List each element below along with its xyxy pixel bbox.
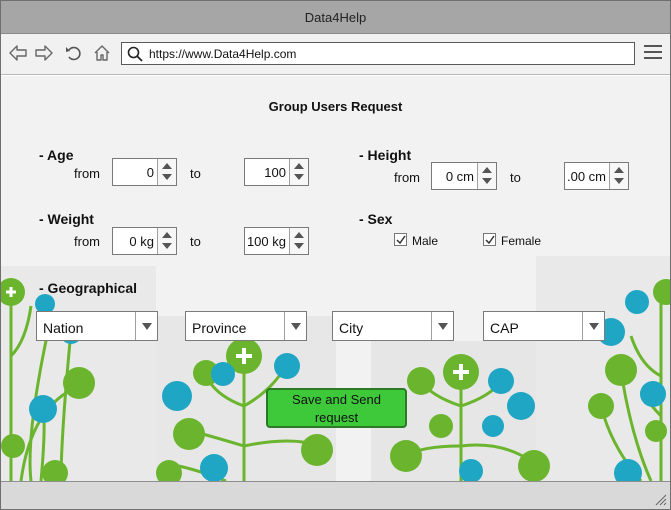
- form-title: Group Users Request: [268, 99, 403, 114]
- weight-to-spinner[interactable]: 100 kg: [244, 227, 309, 255]
- browser-window: Data4Help https://www.Data4Help.com Grou…: [0, 0, 671, 510]
- geographical-label: - Geographical: [39, 280, 138, 296]
- url-text: https://www.Data4Help.com: [149, 47, 297, 61]
- hamburger-menu-icon[interactable]: [644, 45, 662, 61]
- weight-from-spinner[interactable]: 0 kg: [112, 227, 177, 255]
- spinner-arrows-icon[interactable]: [157, 159, 176, 185]
- save-and-send-button[interactable]: Save and Send request: [266, 388, 407, 428]
- address-bar[interactable]: https://www.Data4Help.com: [121, 42, 635, 65]
- weight-to-value: 100 kg: [246, 234, 286, 249]
- home-icon[interactable]: [92, 43, 112, 63]
- checkmark-icon: [485, 235, 495, 245]
- height-from-label: from: [394, 170, 420, 185]
- female-label: Female: [501, 234, 542, 248]
- weight-label: - Weight: [39, 211, 94, 227]
- window-title: Data4Help: [304, 10, 367, 25]
- sex-label: - Sex: [359, 211, 393, 227]
- chevron-down-icon[interactable]: [284, 312, 306, 340]
- chevron-down-icon[interactable]: [135, 312, 157, 340]
- province-select-value: Province: [192, 320, 247, 336]
- age-label: - Age: [39, 147, 74, 163]
- resize-grip-icon[interactable]: [653, 492, 667, 506]
- age-from-label: from: [74, 166, 100, 181]
- male-checkbox[interactable]: [394, 233, 407, 246]
- status-bar: [1, 481, 670, 509]
- cap-select[interactable]: CAP: [483, 311, 605, 341]
- forward-icon[interactable]: [34, 43, 54, 63]
- age-from-value: 0: [146, 165, 154, 180]
- chevron-down-icon[interactable]: [582, 312, 604, 340]
- nation-select-value: Nation: [43, 320, 84, 336]
- height-to-spinner[interactable]: .00 cm: [564, 162, 629, 190]
- browser-toolbar: https://www.Data4Help.com: [1, 34, 670, 75]
- page-content: Group Users Request - Age from 0 to 100 …: [1, 76, 670, 481]
- age-to-label: to: [190, 166, 201, 181]
- male-label: Male: [412, 234, 439, 248]
- height-from-spinner[interactable]: 0 cm: [431, 162, 497, 190]
- age-to-spinner[interactable]: 100: [244, 158, 309, 186]
- spinner-arrows-icon[interactable]: [609, 163, 628, 189]
- title-bar: Data4Help: [1, 1, 670, 34]
- height-label: - Height: [359, 147, 412, 163]
- weight-to-label: to: [190, 234, 201, 249]
- save-button-label-line1: Save and Send: [292, 392, 381, 407]
- age-to-value: 100: [264, 165, 286, 180]
- height-from-value: 0 cm: [445, 169, 474, 184]
- province-select[interactable]: Province: [185, 311, 307, 341]
- nation-select[interactable]: Nation: [36, 311, 158, 341]
- back-icon[interactable]: [8, 43, 28, 63]
- height-to-label: to: [510, 170, 521, 185]
- refresh-icon[interactable]: [64, 43, 84, 63]
- age-from-spinner[interactable]: 0: [112, 158, 177, 186]
- city-select[interactable]: City: [332, 311, 454, 341]
- cap-select-value: CAP: [490, 320, 519, 336]
- weight-from-value: 0 kg: [129, 234, 154, 249]
- spinner-arrows-icon[interactable]: [477, 163, 496, 189]
- city-select-value: City: [339, 320, 364, 336]
- checkmark-icon: [396, 235, 406, 245]
- save-button-label-line2: request: [314, 410, 359, 425]
- spinner-arrows-icon[interactable]: [157, 228, 176, 254]
- spinner-arrows-icon[interactable]: [289, 159, 308, 185]
- weight-from-label: from: [74, 234, 100, 249]
- female-checkbox[interactable]: [483, 233, 496, 246]
- search-icon: [127, 46, 143, 67]
- height-to-value: .00 cm: [566, 169, 606, 184]
- spinner-arrows-icon[interactable]: [289, 228, 308, 254]
- chevron-down-icon[interactable]: [431, 312, 453, 340]
